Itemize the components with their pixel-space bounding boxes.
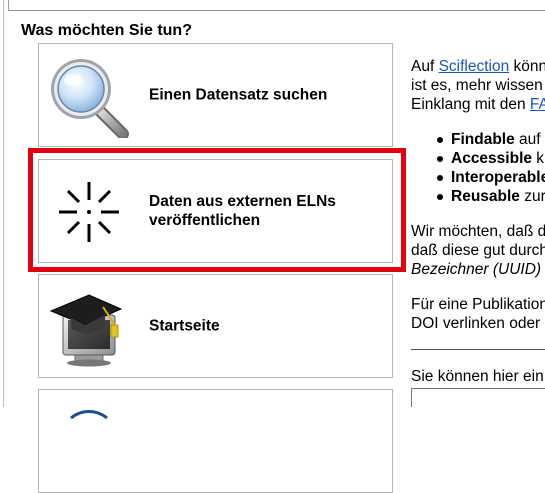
principle-name: Reusable xyxy=(451,188,520,205)
list-item: Findable auf xyxy=(411,130,545,149)
principle-name: Findable xyxy=(451,131,515,148)
highlight-frame xyxy=(28,148,406,272)
principle-name: Accessible xyxy=(451,150,532,167)
intro-text: Auf xyxy=(411,58,439,75)
text-input[interactable] xyxy=(411,388,545,407)
graduation-cap-monitor-icon xyxy=(49,294,123,367)
globe-option[interactable] xyxy=(38,389,393,493)
window-left-border xyxy=(3,0,4,407)
intro-line-3: Einklang mit den FA xyxy=(411,95,545,114)
fair-link[interactable]: FA xyxy=(530,96,545,113)
paragraph-4: Sie können hier ein xyxy=(411,368,544,385)
home-option[interactable]: Startseite xyxy=(38,274,393,378)
intro-text-panel: Auf Sciflection könn ist es, mehr wissen… xyxy=(411,0,545,407)
page-heading: Was möchten Sie tun? xyxy=(21,22,192,39)
intro-text: Einklang mit den xyxy=(411,96,530,113)
paragraph-2-line-1: Wir möchten, daß d xyxy=(411,223,545,240)
list-item: Reusable zur xyxy=(411,187,545,206)
option-label: Startseite xyxy=(149,317,220,335)
paragraph-2-line-2: daß diese gut durch xyxy=(411,242,545,259)
principle-text: zur xyxy=(519,188,545,205)
principle-text: auf xyxy=(514,131,541,148)
paragraph-2-line-3: Bezeichner (UUID) xyxy=(411,261,542,278)
list-item: Interoperable xyxy=(411,168,545,187)
intro-text: könn xyxy=(509,58,545,75)
search-dataset-option[interactable]: Einen Datensatz suchen xyxy=(38,43,393,147)
paragraph-3-line-2: DOI verlinken oder xyxy=(411,315,541,332)
magnifier-icon xyxy=(51,59,129,138)
divider xyxy=(411,349,545,350)
globe-icon xyxy=(70,410,108,420)
sciflection-link[interactable]: Sciflection xyxy=(439,58,510,75)
fair-principles-list: Findable auf Accessible k Interoperable … xyxy=(411,130,545,206)
paragraph-3-line-1: Für eine Publikation xyxy=(411,296,545,313)
principle-name: Interoperable xyxy=(451,169,545,186)
intro-line-1: Auf Sciflection könn xyxy=(411,57,545,76)
intro-line-2: ist es, mehr wissen xyxy=(411,77,543,94)
principle-text: k xyxy=(532,150,545,167)
option-label: Einen Datensatz suchen xyxy=(149,86,328,104)
list-item: Accessible k xyxy=(411,149,545,168)
